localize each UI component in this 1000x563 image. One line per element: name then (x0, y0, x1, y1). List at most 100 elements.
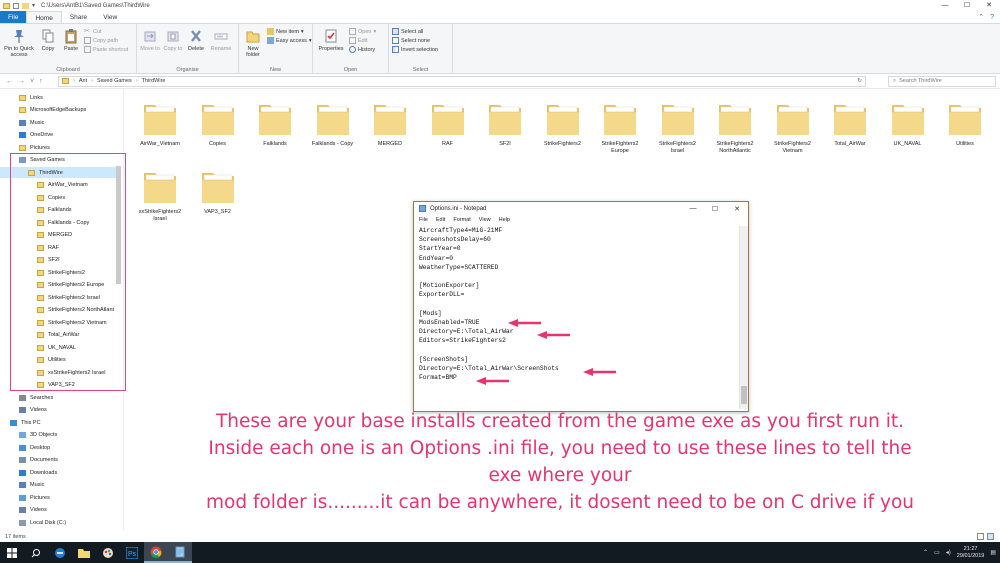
select-none-button[interactable]: Select none (392, 37, 438, 44)
folder-item[interactable]: UK_NAVAL (883, 99, 933, 148)
new-item-button[interactable]: New item ▾ (267, 28, 312, 35)
sidebar-item[interactable]: Desktop (0, 442, 115, 453)
system-tray-chevron-icon[interactable]: ⌃ (923, 549, 928, 556)
folder-item[interactable]: Utilities (940, 99, 990, 148)
chrome-icon[interactable] (144, 542, 168, 563)
volume-icon[interactable]: ◂) (946, 549, 951, 556)
sidebar-item[interactable]: Pictures (0, 142, 115, 153)
folder-item[interactable]: Falklands (250, 99, 300, 148)
sidebar-item[interactable]: MicrosoftEdgeBackups (0, 105, 115, 116)
notepad-minimize-button[interactable]: — (682, 205, 704, 213)
properties-button[interactable]: Properties (316, 26, 346, 65)
clock[interactable]: 21:27 29/01/2019 (957, 546, 985, 560)
cut-button[interactable]: ✂ Cut (84, 28, 128, 35)
tab-file[interactable]: File (0, 11, 27, 23)
new-folder-qat-icon[interactable] (22, 2, 29, 9)
folder-item[interactable]: StrikeFighters2 (538, 99, 588, 148)
notepad-scrollbar[interactable] (739, 226, 748, 409)
search-icon[interactable] (24, 542, 48, 563)
folder-item[interactable]: xxStrikeFighters2 Israel (135, 167, 185, 223)
pin-quick-access-button[interactable]: Pin to Quick access (3, 26, 35, 65)
notepad-scroll-thumb[interactable] (741, 386, 747, 404)
menu-format[interactable]: Format (453, 217, 470, 223)
file-explorer-icon[interactable] (72, 542, 96, 563)
large-icons-view-icon[interactable] (987, 533, 994, 540)
sidebar-item[interactable]: Downloads (0, 467, 115, 478)
folder-item[interactable]: MERGED (365, 99, 415, 148)
edit-button[interactable]: Edit (349, 37, 376, 44)
sidebar-item[interactable]: This PC (0, 417, 115, 428)
search-input[interactable]: ⌕ Search ThirdWire (888, 75, 996, 87)
move-to-button[interactable]: Move to (140, 26, 160, 65)
sidebar-item[interactable]: Searches (0, 392, 115, 403)
sidebar-item[interactable]: Music (0, 480, 115, 491)
photoshop-icon[interactable]: Ps (120, 542, 144, 563)
help-icon[interactable]: ? (990, 14, 994, 21)
select-all-button[interactable]: Select all (392, 28, 438, 35)
folder-item[interactable]: StrikeFighters2 Israel (653, 99, 703, 155)
breadcrumb-thirdwire[interactable]: ThirdWire (142, 78, 166, 84)
address-bar[interactable]: › Ant › Saved Games › ThirdWire ↻ (58, 75, 866, 87)
notepad-text-area[interactable]: AircraftType4=MiG-21MF ScreenshotsDelay=6… (417, 226, 738, 409)
sidebar-item[interactable]: Links (0, 92, 115, 103)
menu-view[interactable]: View (479, 217, 491, 223)
folder-item[interactable]: Total_AirWar (825, 99, 875, 148)
properties-qat-icon[interactable] (13, 2, 19, 9)
up-arrow-icon[interactable]: ↑ (39, 78, 43, 85)
edge-icon[interactable] (48, 542, 72, 563)
tab-share[interactable]: Share (62, 11, 95, 23)
sidebar-item[interactable]: Pictures (0, 492, 115, 503)
folder-item[interactable]: SF2I (480, 99, 530, 148)
folder-item[interactable]: Falklands - Copy (308, 99, 358, 148)
folder-item[interactable]: StrikeFighters2 NorthAtlantic (710, 99, 760, 155)
sidebar-item[interactable]: Music (0, 117, 115, 128)
sidebar-item[interactable]: OneDrive (0, 130, 115, 141)
folder-item[interactable]: VAP3_SF2 (193, 167, 243, 216)
open-button[interactable]: Open ▾ (349, 28, 376, 35)
recent-locations-icon[interactable]: ˅ (30, 78, 34, 85)
rename-button[interactable]: Rename (209, 26, 233, 65)
breadcrumb-ant[interactable]: Ant (79, 78, 87, 84)
folder-item[interactable]: AirWar_Vietnam (135, 99, 185, 148)
maximize-button[interactable]: ☐ (956, 0, 978, 11)
forward-arrow-icon[interactable]: → (18, 78, 25, 85)
history-button[interactable]: History (349, 46, 376, 53)
folder-item[interactable]: StrikeFighters2 Europe (595, 99, 645, 155)
copy-path-button[interactable]: Copy path (84, 37, 128, 44)
sidebar-item[interactable]: Videos (0, 405, 115, 416)
breadcrumb-saved-games[interactable]: Saved Games (97, 78, 132, 84)
folder-item[interactable]: RAF (423, 99, 473, 148)
notepad-maximize-button[interactable]: ☐ (704, 205, 726, 213)
minimize-button[interactable]: — (934, 0, 956, 11)
menu-edit[interactable]: Edit (436, 217, 445, 223)
network-icon[interactable]: ▭ (934, 549, 940, 556)
sidebar-item[interactable]: Videos (0, 505, 115, 516)
copy-button[interactable]: Copy (38, 26, 58, 65)
menu-file[interactable]: File (419, 217, 428, 223)
notifications-icon[interactable]: ▤ (990, 549, 996, 556)
paint-icon[interactable] (96, 542, 120, 563)
copy-to-button[interactable]: Copy to (163, 26, 183, 65)
easy-access-button[interactable]: Easy access ▾ (267, 37, 312, 44)
paste-button[interactable]: Paste (61, 26, 81, 65)
menu-help[interactable]: Help (499, 217, 510, 223)
windows-start-icon[interactable] (0, 542, 24, 563)
paste-shortcut-button[interactable]: Paste shortcut (84, 46, 128, 53)
folder-item[interactable]: Copies (193, 99, 243, 148)
invert-selection-button[interactable]: Invert selection (392, 46, 438, 53)
folder-item[interactable]: StrikeFighters2 Vietnam (768, 99, 818, 155)
new-folder-button[interactable]: New folder (242, 26, 264, 65)
delete-button[interactable]: Delete (186, 26, 206, 65)
close-button[interactable]: ✕ (978, 0, 1000, 11)
qat-dropdown-icon[interactable]: ▾ (32, 2, 35, 9)
sidebar-item[interactable]: Local Disk (C:) (0, 517, 115, 528)
refresh-icon[interactable]: ↻ (857, 78, 865, 84)
notepad-icon[interactable] (168, 542, 192, 563)
sidebar-item[interactable]: 3D Objects (0, 430, 115, 441)
tab-home[interactable]: Home (26, 11, 62, 23)
tab-view[interactable]: View (95, 11, 125, 23)
notepad-close-button[interactable]: ✕ (726, 205, 748, 213)
collapse-ribbon-icon[interactable]: ⌃ (978, 13, 984, 21)
details-view-icon[interactable] (977, 533, 984, 540)
sidebar-item[interactable]: Documents (0, 455, 115, 466)
